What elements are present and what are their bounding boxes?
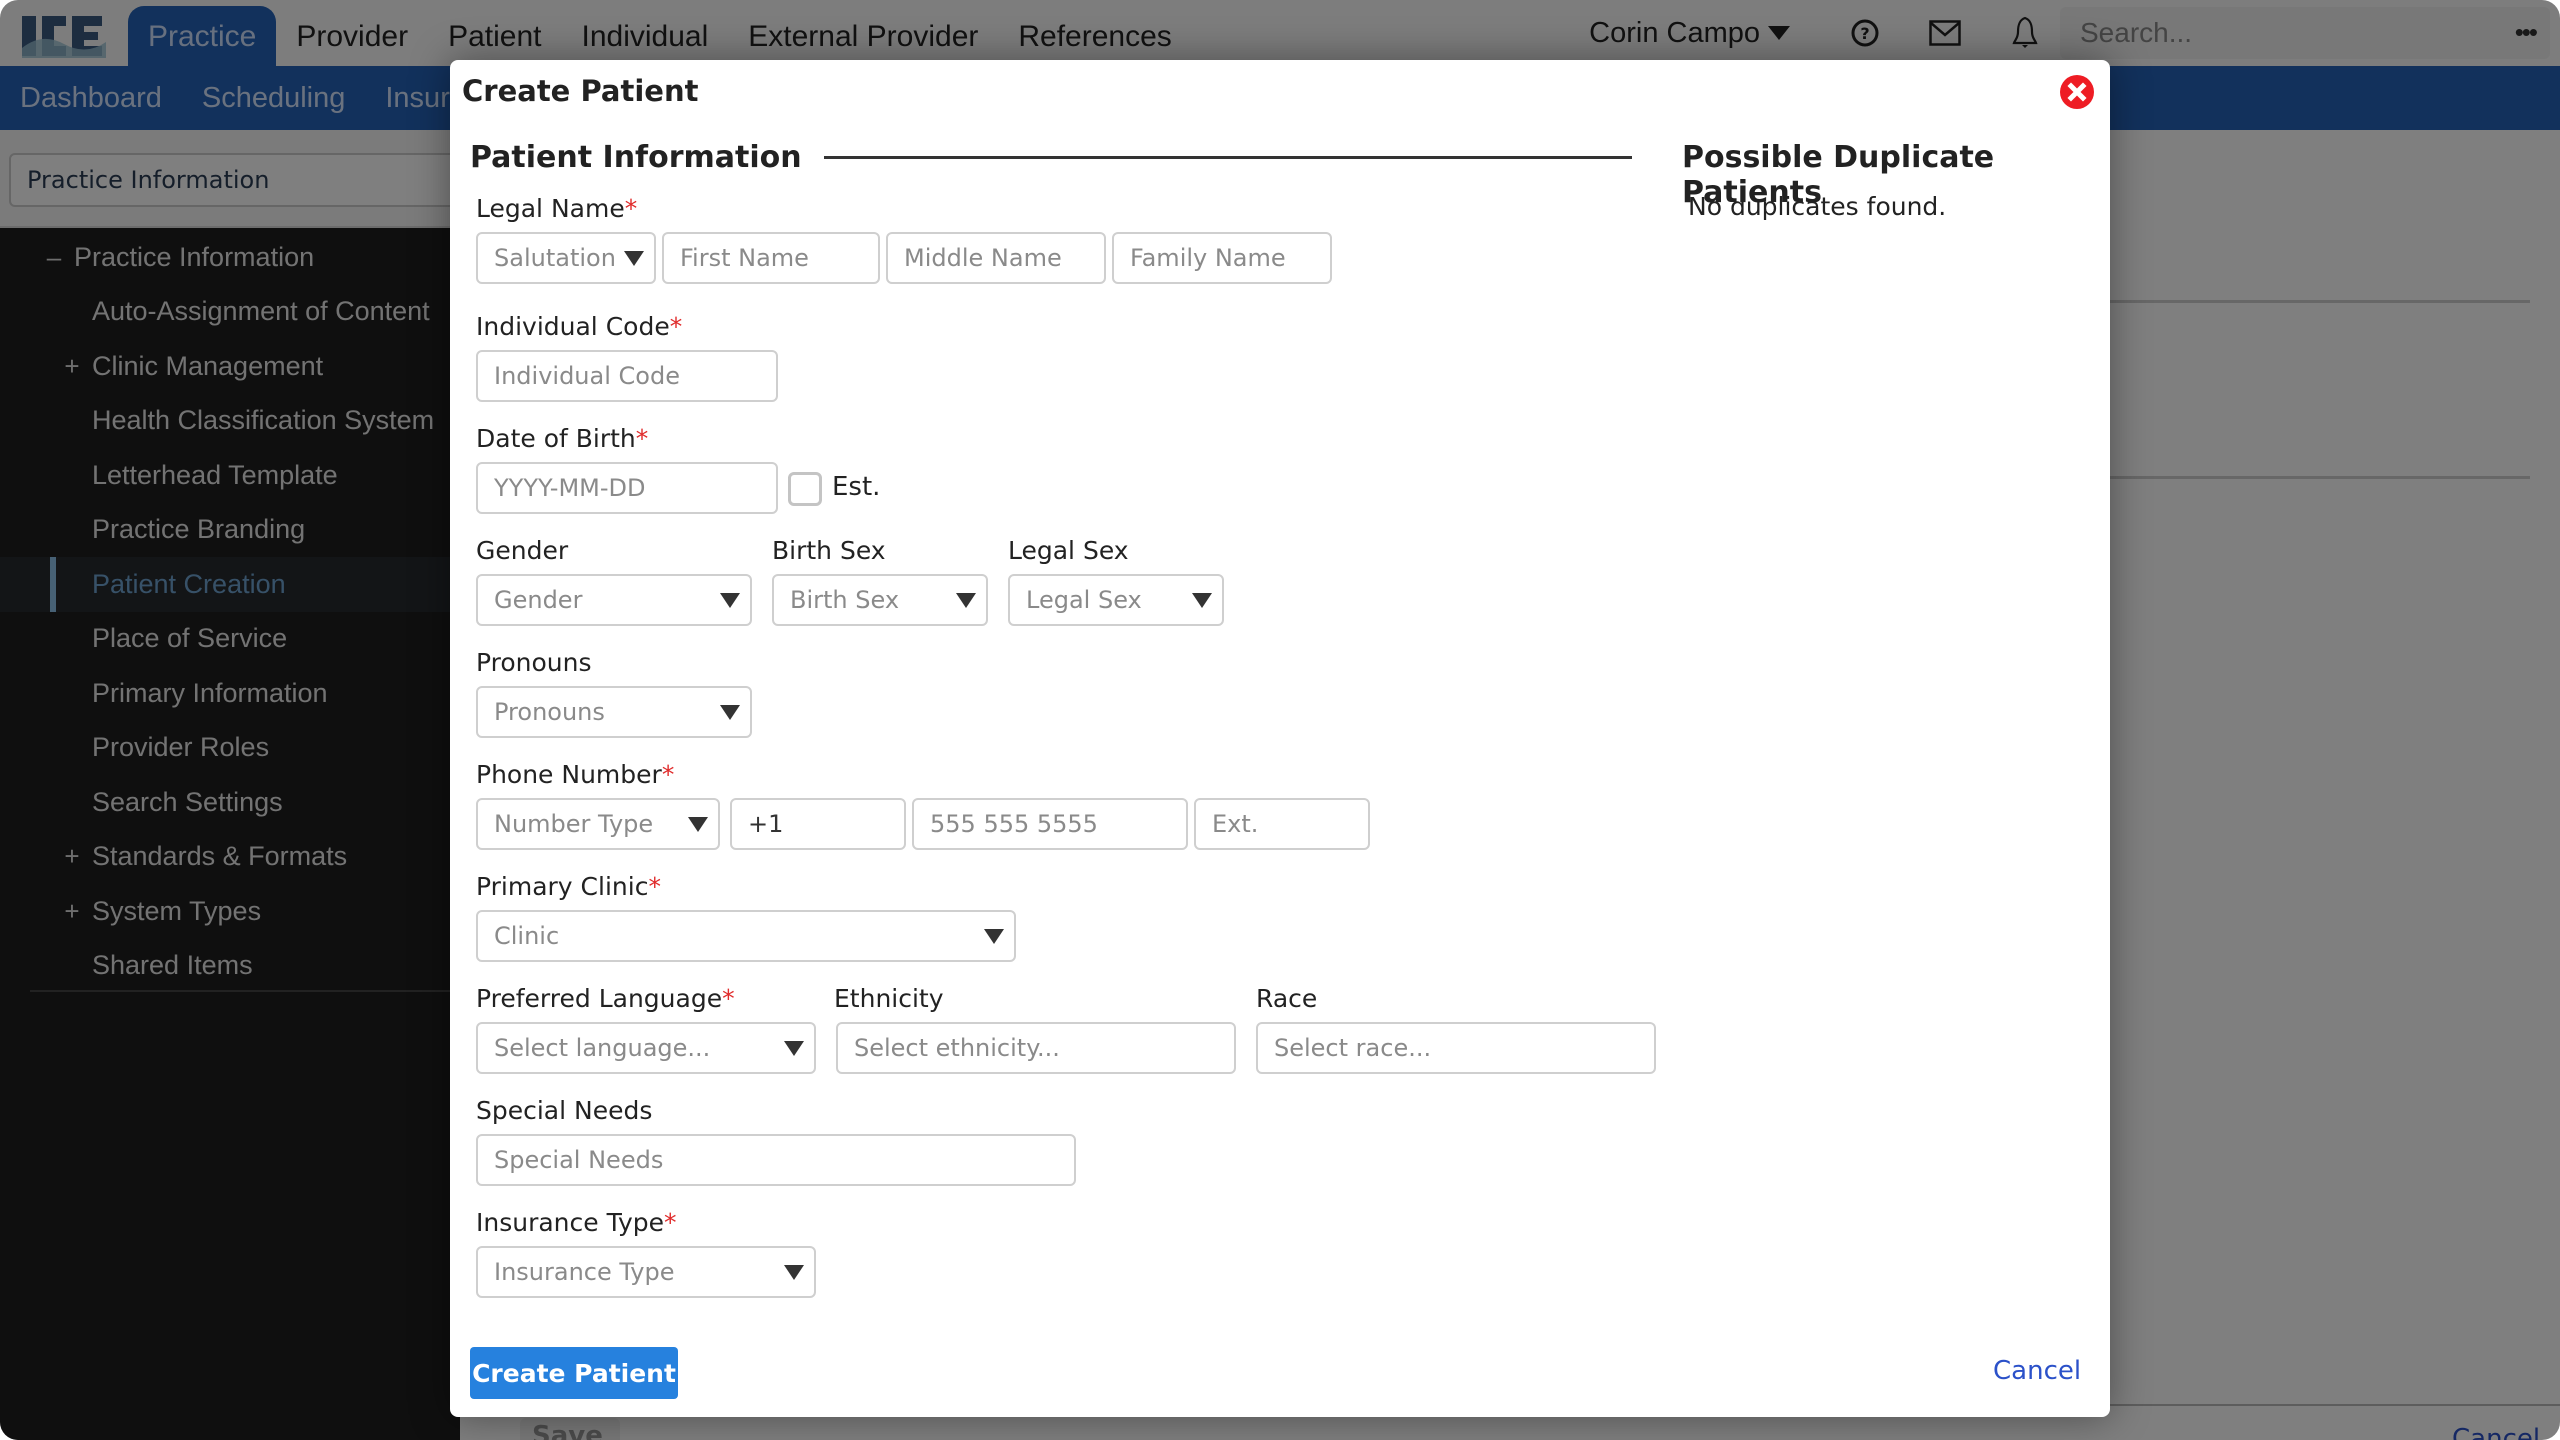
pronouns-select[interactable]: Pronouns	[476, 686, 752, 738]
pronouns-label: Pronouns	[476, 648, 592, 677]
special-needs-input[interactable]	[476, 1134, 1076, 1186]
individual-code-label: Individual Code*	[476, 312, 682, 341]
legal-sex-label: Legal Sex	[1008, 536, 1129, 565]
label-text: Preferred Language	[476, 984, 723, 1013]
dropdown-arrow-icon	[688, 817, 708, 832]
birth-sex-label: Birth Sex	[772, 536, 886, 565]
phone-type-select[interactable]: Number Type	[476, 798, 720, 850]
label-text: Date of Birth	[476, 424, 636, 453]
first-name-input[interactable]	[662, 232, 880, 284]
insurance-type-label: Insurance Type*	[476, 1208, 677, 1237]
select-value: Gender	[494, 586, 583, 614]
duplicates-message: No duplicates found.	[1688, 192, 1947, 221]
middle-name-input[interactable]	[886, 232, 1106, 284]
select-value: Clinic	[494, 922, 560, 950]
legal-name-label: Legal Name*	[476, 194, 637, 223]
create-patient-dialog: Create Patient Patient Information Possi…	[450, 60, 2110, 1417]
label-text: Insurance Type	[476, 1208, 665, 1237]
label-text: Individual Code	[476, 312, 670, 341]
ethnicity-input[interactable]	[836, 1022, 1236, 1074]
primary-clinic-label: Primary Clinic*	[476, 872, 661, 901]
required-marker: *	[648, 872, 661, 901]
dropdown-arrow-icon	[624, 251, 644, 266]
cancel-link[interactable]: Cancel	[1993, 1356, 2081, 1386]
label-text: Phone Number	[476, 760, 662, 789]
ethnicity-label: Ethnicity	[834, 984, 944, 1013]
label-text: Primary Clinic	[476, 872, 649, 901]
birth-sex-select[interactable]: Birth Sex	[772, 574, 988, 626]
close-icon[interactable]	[2060, 75, 2094, 109]
language-select[interactable]: Select language...	[476, 1022, 816, 1074]
gender-select[interactable]: Gender	[476, 574, 752, 626]
dialog-title: Create Patient	[462, 74, 699, 108]
language-label: Preferred Language*	[476, 984, 735, 1013]
dob-estimated-checkbox[interactable]	[788, 472, 822, 506]
family-name-input[interactable]	[1112, 232, 1332, 284]
required-marker: *	[624, 194, 638, 223]
phone-label: Phone Number*	[476, 760, 674, 789]
select-value: Birth Sex	[790, 586, 900, 614]
select-value: Salutation	[494, 244, 616, 272]
gender-label: Gender	[476, 536, 569, 565]
label-text: Legal Name	[476, 194, 625, 223]
select-value: Pronouns	[494, 698, 605, 726]
dropdown-arrow-icon	[956, 593, 976, 608]
race-input[interactable]	[1256, 1022, 1656, 1074]
phone-number-input[interactable]	[912, 798, 1188, 850]
race-label: Race	[1256, 984, 1318, 1013]
select-value: Insurance Type	[494, 1258, 675, 1286]
section-title: Patient Information	[470, 140, 802, 175]
dropdown-arrow-icon	[720, 593, 740, 608]
dropdown-arrow-icon	[784, 1265, 804, 1280]
dob-estimated-label: Est.	[832, 472, 881, 502]
dob-label: Date of Birth*	[476, 424, 648, 453]
required-marker: *	[661, 760, 675, 789]
dropdown-arrow-icon	[984, 929, 1004, 944]
required-marker: *	[664, 1208, 677, 1237]
section-rule	[823, 156, 1632, 159]
required-marker: *	[722, 984, 735, 1013]
salutation-select[interactable]: Salutation	[476, 232, 656, 284]
dropdown-arrow-icon	[720, 705, 740, 720]
dob-input[interactable]	[476, 462, 778, 514]
required-marker: *	[635, 424, 649, 453]
select-value: Number Type	[494, 810, 654, 838]
dropdown-arrow-icon	[784, 1041, 804, 1056]
required-marker: *	[669, 312, 683, 341]
individual-code-input[interactable]	[476, 350, 778, 402]
primary-clinic-select[interactable]: Clinic	[476, 910, 1016, 962]
create-patient-button[interactable]: Create Patient	[470, 1347, 678, 1399]
select-value: Legal Sex	[1026, 586, 1142, 614]
phone-extension-input[interactable]	[1194, 798, 1370, 850]
dropdown-arrow-icon	[1192, 593, 1212, 608]
insurance-type-select[interactable]: Insurance Type	[476, 1246, 816, 1298]
select-value: Select language...	[494, 1034, 711, 1062]
legal-sex-select[interactable]: Legal Sex	[1008, 574, 1224, 626]
phone-country-code-input[interactable]	[730, 798, 906, 850]
section-heading: Patient Information	[470, 140, 1632, 175]
special-needs-label: Special Needs	[476, 1096, 653, 1125]
